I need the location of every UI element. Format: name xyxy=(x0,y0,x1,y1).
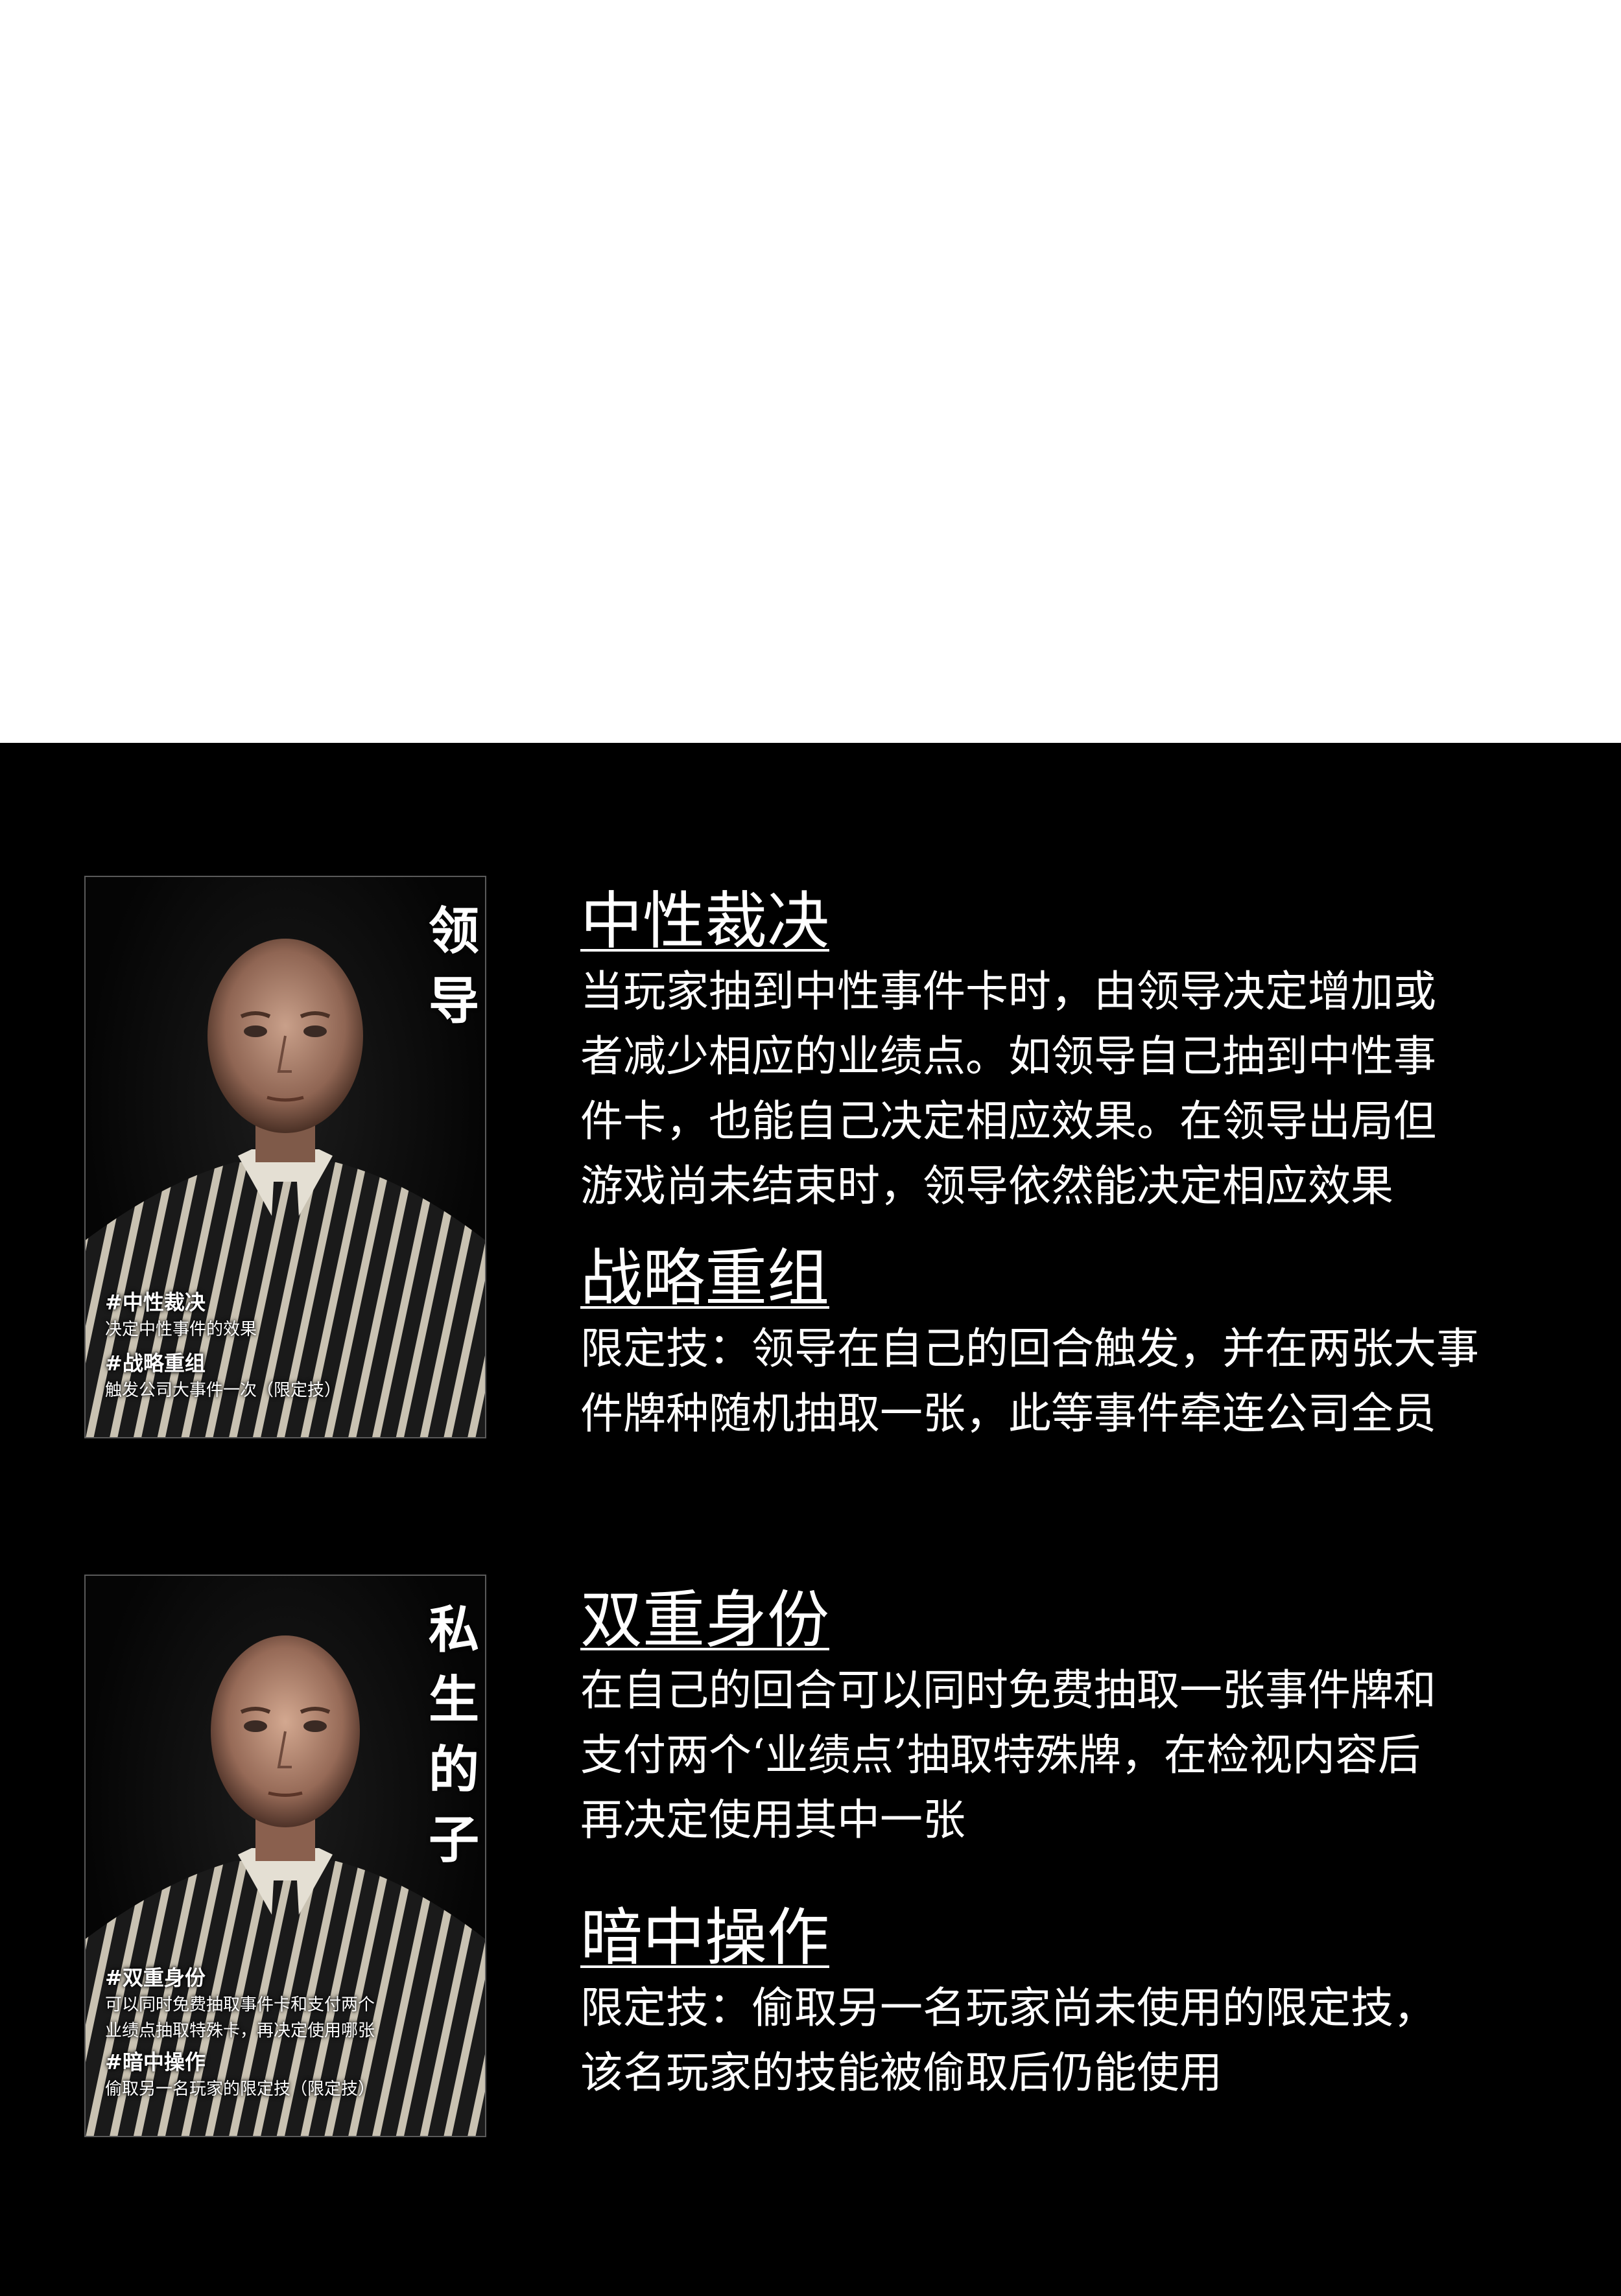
card-skill-name: #暗中操作 xyxy=(105,2050,206,2074)
card-skill-desc-line: 可以同时免费抽取事件卡和支付两个 xyxy=(105,1995,375,2015)
title-char: 领 xyxy=(428,902,479,961)
skill-description-line: 限定技：领导在自己的回合触发，并在两张大事 xyxy=(580,1324,1479,1374)
skill-description-line: 件牌种随机抽取一张，此等事件牵连公司全员 xyxy=(580,1388,1436,1438)
card-skill-desc: 可以同时免费抽取事件卡和支付两个 业绩点抽取特殊卡，再决定使用哪张 xyxy=(105,1992,433,2044)
skill-heading: 中性裁决 xyxy=(580,885,829,957)
character-card-illegitimate-son: 私 生 的 子 #双重身份 可以同时免费抽取事件卡和支付两个 业绩点抽取特殊卡，… xyxy=(84,1575,486,2137)
card-skill-name: #中性裁决 xyxy=(105,1290,206,1315)
card-skill-summary: #中性裁决 决定中性事件的效果 #战略重组 触发公司大事件一次（限定技） xyxy=(105,1288,433,1410)
skill-description-line: 限定技：偷取另一名玩家尚未使用的限定技， xyxy=(580,1983,1436,2033)
card-skill-desc: 偷取另一名玩家的限定技（限定技） xyxy=(105,2079,375,2099)
skill-section-strategic-restructure: 战略重组 限定技：领导在自己的回合触发，并在两张大事 件牌种随机抽取一张，此等事… xyxy=(580,1240,1553,1446)
skill-heading: 双重身份 xyxy=(580,1584,829,1656)
title-char: 子 xyxy=(428,1810,479,1869)
title-char: 生 xyxy=(428,1670,479,1729)
card-skill-summary: #双重身份 可以同时免费抽取事件卡和支付两个 业绩点抽取特殊卡，再决定使用哪张 … xyxy=(105,1963,433,2109)
skill-description-line: 在自己的回合可以同时免费抽取一张事件牌和 xyxy=(580,1665,1436,1715)
title-char: 导 xyxy=(428,972,479,1031)
skill-heading: 战略重组 xyxy=(580,1242,829,1315)
skill-description-line: 者减少相应的业绩点。如领导自己抽到中性事 xyxy=(580,1031,1436,1081)
title-char: 的 xyxy=(428,1740,479,1799)
skill-section-covert-operation: 暗中操作 限定技：偷取另一名玩家尚未使用的限定技， 该名玩家的技能被偷取后仍能使… xyxy=(580,1899,1553,2105)
card-skill-name: #双重身份 xyxy=(105,1965,206,1990)
blank-top-area xyxy=(0,0,1621,743)
skill-section-dual-identity: 双重身份 在自己的回合可以同时免费抽取一张事件牌和 支付两个‘业绩点’抽取特殊牌… xyxy=(580,1582,1553,1853)
card-skill-desc: 触发公司大事件一次（限定技） xyxy=(105,1381,342,1400)
skill-description-line: 再决定使用其中一张 xyxy=(580,1795,965,1845)
card-skill-desc-line: 业绩点抽取特殊卡，再决定使用哪张 xyxy=(105,2021,375,2041)
title-char: 私 xyxy=(428,1600,479,1659)
skill-description: 当玩家抽到中性事件卡时，由领导决定增加或 者减少相应的业绩点。如领导自己抽到中性… xyxy=(580,959,1553,1219)
skill-description-line: 当玩家抽到中性事件卡时，由领导决定增加或 xyxy=(580,966,1436,1016)
card-title-vertical: 私 生 的 子 xyxy=(423,1595,485,1875)
skill-description: 在自己的回合可以同时免费抽取一张事件牌和 支付两个‘业绩点’抽取特殊牌，在检视内… xyxy=(580,1658,1553,1853)
skill-section-neutral-ruling: 中性裁决 当玩家抽到中性事件卡时，由领导决定增加或 者减少相应的业绩点。如领导自… xyxy=(580,883,1553,1219)
skill-description: 限定技：偷取另一名玩家尚未使用的限定技， 该名玩家的技能被偷取后仍能使用 xyxy=(580,1976,1553,2105)
card-title-vertical: 领 导 xyxy=(423,896,485,1037)
character-card-leader: 领 导 #中性裁决 决定中性事件的效果 #战略重组 触发公司大事件一次（限定技） xyxy=(84,876,486,1438)
card-skill-desc: 决定中性事件的效果 xyxy=(105,1320,257,1339)
skill-description-line: 件卡，也能自己决定相应效果。在领导出局但 xyxy=(580,1096,1436,1146)
card-skill-name: #战略重组 xyxy=(105,1351,206,1376)
skill-heading: 暗中操作 xyxy=(580,1901,829,1974)
skill-description: 限定技：领导在自己的回合触发，并在两张大事 件牌种随机抽取一张，此等事件牵连公司… xyxy=(580,1317,1553,1446)
skill-description-line: 该名玩家的技能被偷取后仍能使用 xyxy=(580,2048,1222,2098)
skill-description-line: 游戏尚未结束时，领导依然能决定相应效果 xyxy=(580,1161,1393,1211)
skill-description-line: 支付两个‘业绩点’抽取特殊牌，在检视内容后 xyxy=(580,1730,1421,1780)
